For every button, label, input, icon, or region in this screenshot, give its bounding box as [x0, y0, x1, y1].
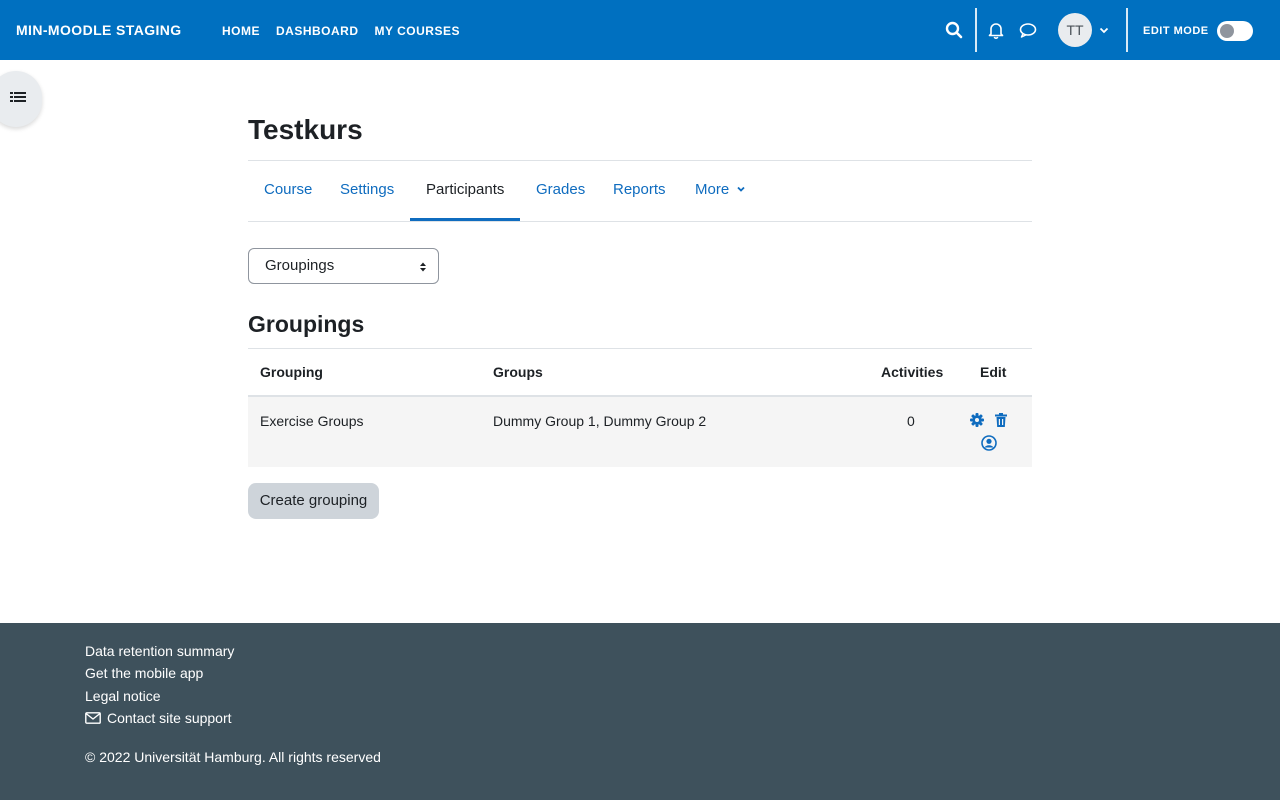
select-value: Groupings	[265, 257, 335, 274]
groupings-table: Grouping Groups Activities Edit Exercise…	[248, 348, 1032, 467]
cell-activities: 0	[907, 413, 915, 429]
section-title: Groupings	[248, 311, 365, 337]
envelope-icon	[85, 712, 101, 724]
list-icon	[10, 92, 26, 102]
header-groups: Groups	[493, 364, 543, 380]
toggle-knob	[1220, 24, 1234, 38]
user-avatar[interactable]: TT	[1058, 13, 1092, 47]
nav-dashboard[interactable]: DASHBOARD	[276, 24, 359, 38]
tab-participants[interactable]: Participants	[410, 161, 520, 221]
tab-course[interactable]: Course	[264, 161, 312, 221]
header-grouping: Grouping	[260, 364, 323, 380]
footer-data-retention-link[interactable]: Data retention summary	[85, 643, 234, 659]
group-view-select[interactable]: Groupings	[248, 248, 439, 284]
edit-mode-label: EDIT MODE	[1143, 25, 1209, 37]
cell-groups: Dummy Group 1, Dummy Group 2	[493, 413, 707, 429]
page-title: Testkurs	[248, 114, 363, 145]
nav-home[interactable]: HOME	[222, 24, 260, 38]
trash-icon[interactable]	[994, 413, 1008, 427]
chevron-down-icon[interactable]	[1098, 24, 1110, 36]
tab-more-label: More	[695, 181, 730, 198]
tab-reports[interactable]: Reports	[613, 161, 666, 221]
course-index-drawer-button[interactable]	[0, 71, 42, 127]
tab-more[interactable]: More	[695, 161, 746, 221]
header-edit: Edit	[980, 364, 1007, 380]
top-navbar: MIN-MOODLE STAGING HOME DASHBOARD MY COU…	[0, 0, 1280, 60]
navbar-divider	[975, 8, 977, 52]
table-header: Grouping Groups Activities Edit	[248, 348, 1032, 397]
create-grouping-button[interactable]: Create grouping	[248, 483, 379, 519]
tab-settings[interactable]: Settings	[340, 161, 394, 221]
navbar-divider	[1126, 8, 1128, 52]
bell-icon[interactable]	[986, 20, 1006, 40]
footer-mobile-app-link[interactable]: Get the mobile app	[85, 665, 203, 681]
chat-icon[interactable]	[1018, 20, 1038, 40]
contact-support-label: Contact site support	[107, 710, 232, 726]
tab-grades[interactable]: Grades	[536, 161, 585, 221]
footer-contact-support-link[interactable]: Contact site support	[85, 710, 232, 726]
search-icon[interactable]	[944, 20, 964, 40]
cell-grouping-name: Exercise Groups	[260, 413, 364, 429]
chevron-down-icon	[737, 186, 745, 192]
site-brand[interactable]: MIN-MOODLE STAGING	[16, 22, 182, 38]
header-activities: Activities	[881, 364, 944, 380]
edit-mode-toggle[interactable]	[1217, 21, 1253, 41]
gear-icon[interactable]	[970, 413, 984, 427]
course-tabs: Course Settings Participants Grades Repo…	[248, 161, 1032, 222]
select-caret-icon	[420, 262, 426, 272]
nav-my-courses[interactable]: MY COURSES	[375, 24, 460, 38]
footer-legal-notice-link[interactable]: Legal notice	[85, 688, 161, 704]
page-footer: Data retention summary Get the mobile ap…	[0, 623, 1280, 800]
user-circle-icon[interactable]	[981, 435, 997, 451]
table-row: Exercise Groups Dummy Group 1, Dummy Gro…	[248, 397, 1032, 467]
copyright-text: © 2022 Universität Hamburg. All rights r…	[85, 749, 381, 765]
primary-navigation: HOME DASHBOARD MY COURSES	[222, 24, 460, 38]
